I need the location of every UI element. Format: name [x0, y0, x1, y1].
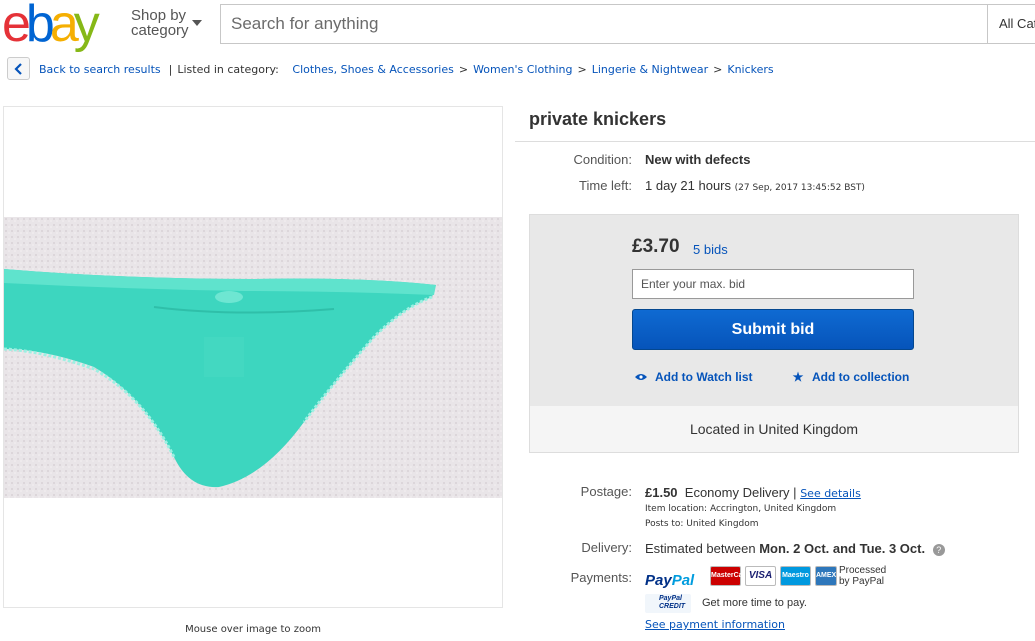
condition-label: Condition: — [573, 152, 632, 167]
add-to-collection-link[interactable]: ★ Add to collection — [791, 370, 910, 384]
shop-by-line2: category — [131, 22, 189, 39]
current-price: £3.70 — [632, 236, 680, 257]
logo-letter-b: b — [25, 0, 55, 53]
chevron-down-icon[interactable] — [192, 20, 202, 26]
credit-text: Get more time to pay. — [702, 597, 807, 609]
time-left-value: 1 day 21 hours — [645, 178, 732, 193]
postage-price: £1.50 — [645, 485, 678, 500]
zoom-note: Mouse over image to zoom — [185, 624, 321, 635]
logo-letter-a: a — [49, 0, 79, 53]
paypal-credit-logo: PayPal CREDIT — [645, 594, 691, 613]
back-button[interactable] — [7, 57, 30, 80]
condition-value: New with defects — [645, 152, 751, 167]
paypal-logo: PayPal — [645, 572, 695, 589]
add-to-watch-list-link[interactable]: Add to Watch list — [634, 370, 753, 384]
submit-bid-button[interactable]: Submit bid — [632, 309, 914, 350]
processed-by-paypal: Processed by PayPal — [839, 565, 887, 587]
delivery-label: Delivery: — [581, 540, 632, 555]
star-icon: ★ — [792, 370, 804, 384]
image-panel — [3, 106, 503, 608]
visa-icon: VISA — [745, 566, 776, 586]
mastercard-icon: MasterCard — [710, 566, 750, 586]
logo-letter-e: e — [2, 0, 31, 53]
postage-row: £1.50 Economy Delivery | See details — [645, 485, 861, 500]
category-select[interactable]: All Cat — [988, 4, 1035, 44]
eye-icon — [634, 370, 648, 384]
breadcrumb-item-womens[interactable]: Women's Clothing — [473, 63, 572, 76]
posts-to-text: Posts to: United Kingdom — [645, 519, 759, 529]
time-left-detail: (27 Sep, 2017 13:45:52 BST) — [734, 183, 865, 193]
breadcrumb-item-clothes[interactable]: Clothes, Shoes & Accessories — [292, 63, 453, 76]
product-photo[interactable] — [4, 217, 502, 498]
delivery-row: Estimated between Mon. 2 Oct. and Tue. 3… — [645, 541, 945, 556]
max-bid-field[interactable] — [632, 269, 914, 299]
amex-icon: AMEX — [815, 566, 837, 586]
watch-label: Add to Watch list — [655, 370, 753, 384]
logo-letter-y: y — [73, 0, 100, 53]
help-icon[interactable]: ? — [932, 543, 945, 556]
payment-info-link[interactable]: See payment information — [645, 618, 785, 631]
collection-label: Add to collection — [812, 370, 910, 384]
title-divider — [515, 141, 1035, 142]
chevron-left-icon — [14, 63, 22, 75]
back-to-search-link[interactable]: Back to search results — [39, 63, 161, 76]
see-details-link[interactable]: See details — [800, 487, 861, 500]
ebay-logo[interactable]: ebay — [2, 0, 120, 53]
shop-by-category-button[interactable]: Shop by category — [131, 8, 189, 38]
search-input[interactable] — [221, 5, 987, 43]
search-box[interactable] — [220, 4, 988, 44]
item-title: private knickers — [529, 109, 667, 129]
breadcrumb-item-knickers[interactable]: Knickers — [727, 63, 773, 76]
time-left-row: 1 day 21 hours (27 Sep, 2017 13:45:52 BS… — [645, 178, 865, 193]
breadcrumb: Back to search results | Listed in categor… — [39, 63, 774, 76]
breadcrumb-item-lingerie[interactable]: Lingerie & Nightwear — [592, 63, 708, 76]
payments-label: Payments: — [570, 570, 632, 585]
shop-by-line1: Shop by — [131, 7, 187, 24]
max-bid-input[interactable] — [633, 270, 913, 298]
item-location-banner: Located in United Kingdom — [529, 406, 1019, 453]
time-left-label: Time left: — [579, 178, 632, 193]
maestro-icon: Maestro — [780, 566, 811, 586]
listed-in-label: Listed in category: — [177, 63, 279, 76]
item-location-text: Item location: Accrington, United Kingdo… — [645, 504, 837, 514]
delivery-prefix: Estimated between — [645, 541, 756, 556]
postage-label: Postage: — [580, 484, 632, 499]
postage-method: Economy Delivery — [684, 485, 790, 500]
bid-count-link[interactable]: 5 bids — [693, 242, 728, 257]
delivery-dates: Mon. 2 Oct. and Tue. 3 Oct. — [759, 541, 926, 556]
